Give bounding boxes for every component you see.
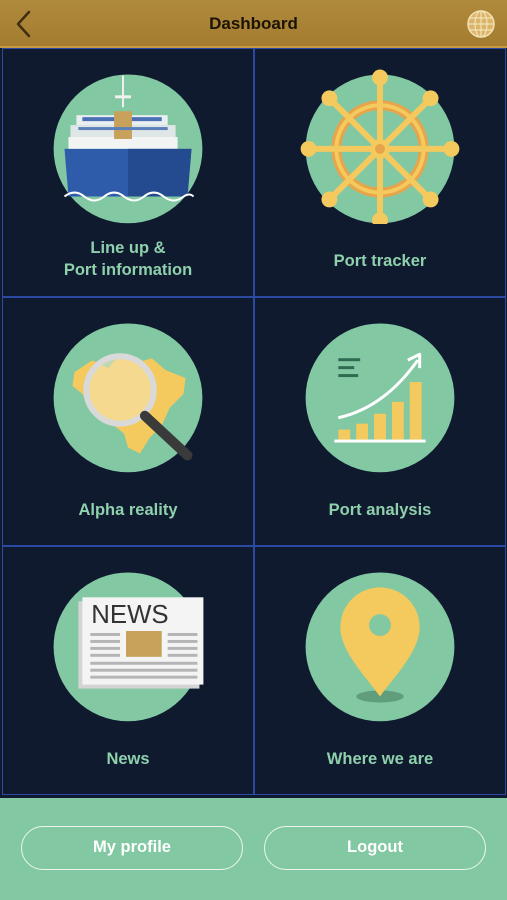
newspaper-icon: NEWS (53, 572, 204, 722)
globe-icon (467, 10, 495, 38)
globe-button[interactable] (466, 9, 496, 39)
growth-chart-icon (305, 323, 455, 473)
tile-port-analysis[interactable]: Port analysis (254, 297, 506, 546)
tile-label: News (106, 750, 150, 768)
top-bar: Dashboard (0, 0, 507, 48)
my-profile-button[interactable]: My profile (21, 826, 243, 870)
ship-wheel-icon (300, 69, 460, 224)
tile-label: Port analysis (328, 501, 432, 519)
tile-label: Port tracker (333, 252, 427, 270)
tile-alpha-reality[interactable]: Alpha reality (2, 297, 254, 546)
tile-news[interactable]: NEWS News (2, 546, 254, 795)
tile-line-up-port-information[interactable]: Line up & Port information (2, 48, 254, 297)
tile-label: Where we are (326, 750, 434, 768)
dashboard-grid: Line up & Port information Port tracker … (0, 48, 507, 798)
tile-label-line1: Line up & (90, 239, 166, 257)
tile-where-we-are[interactable]: Where we are (254, 546, 506, 795)
tile-label: Alpha reality (78, 501, 178, 519)
newspaper-headline: NEWS (91, 601, 168, 629)
tile-port-tracker[interactable]: Port tracker (254, 48, 506, 297)
tile-label: Line up & Port information (3, 237, 253, 281)
location-pin-icon (305, 572, 455, 722)
footer-bar: My profile Logout (0, 798, 507, 900)
logout-button[interactable]: Logout (264, 826, 486, 870)
magnifier-map-icon (53, 323, 203, 473)
page-title: Dashboard (209, 14, 298, 33)
ship-icon (53, 74, 203, 224)
tile-label-line2: Port information (63, 261, 193, 279)
